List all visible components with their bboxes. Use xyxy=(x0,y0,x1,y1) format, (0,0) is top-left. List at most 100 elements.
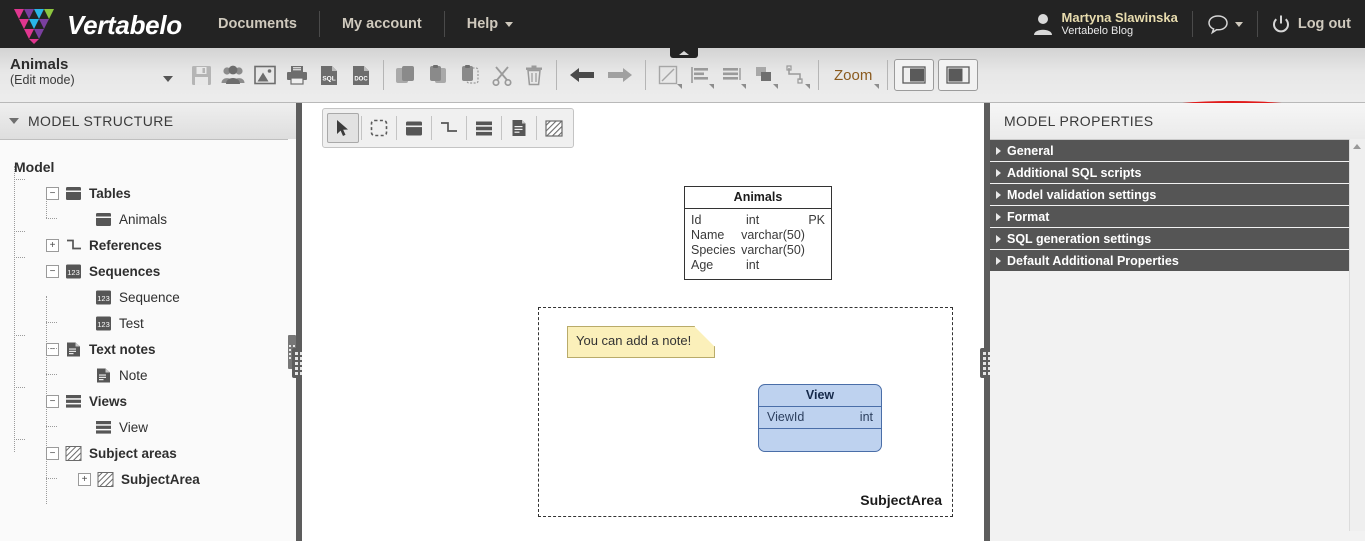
toggle-left-panel-button[interactable] xyxy=(894,59,935,91)
property-section-general[interactable]: General xyxy=(990,140,1365,162)
collapse-icon[interactable]: − xyxy=(46,186,59,200)
route-icon xyxy=(785,65,803,84)
tree-item-label: Views xyxy=(89,393,128,409)
table-column-row: Age int xyxy=(691,258,825,273)
tree-item-subject-areas[interactable]: − Subject areas xyxy=(14,440,296,466)
collapse-icon[interactable]: − xyxy=(46,446,59,460)
tree-item-sequences[interactable]: −123 Sequences xyxy=(14,258,296,284)
model-structure-header[interactable]: MODEL STRUCTURE xyxy=(0,103,296,140)
tree-item-animals[interactable]: Animals xyxy=(14,206,296,232)
select-tool[interactable] xyxy=(327,113,359,143)
nav-my-account[interactable]: My account xyxy=(320,0,444,48)
column-type: int xyxy=(746,213,760,227)
svg-text:SQL: SQL xyxy=(322,75,335,82)
share-button[interactable] xyxy=(217,58,249,92)
tree-guide-line xyxy=(14,231,25,232)
collapse-icon[interactable]: − xyxy=(46,264,59,278)
paste-special-icon xyxy=(462,64,479,84)
vertabelo-diamond-icon xyxy=(14,9,54,44)
column-key xyxy=(805,243,825,258)
tree-item-text-notes[interactable]: − Text notes xyxy=(14,336,296,362)
save-button[interactable] xyxy=(185,58,217,92)
table-icon xyxy=(66,186,81,200)
tree-item-label: Text notes xyxy=(89,341,156,357)
view-column-type: int xyxy=(859,410,873,424)
property-section-label: SQL generation settings xyxy=(1007,231,1152,246)
tree-item-references[interactable]: + References xyxy=(14,232,296,258)
tree-item-sequence[interactable]: 123 Sequence xyxy=(14,284,296,310)
property-section-default-additional-properties[interactable]: Default Additional Properties xyxy=(990,250,1365,272)
entity-table-animals[interactable]: Animals Id int PK Name varchar(50) Species var… xyxy=(684,186,832,280)
line-style-button[interactable] xyxy=(652,58,684,92)
property-section-additional-sql-scripts[interactable]: Additional SQL scripts xyxy=(990,162,1365,184)
copy-button[interactable] xyxy=(390,58,422,92)
logout-button[interactable]: Log out xyxy=(1272,15,1365,34)
collapse-icon[interactable]: − xyxy=(46,342,59,356)
note-icon xyxy=(512,120,526,136)
generate-doc-button[interactable]: DOC xyxy=(345,58,377,92)
diagram-canvas[interactable]: Animals Id int PK Name varchar(50) Species var… xyxy=(302,103,984,541)
tree-item-views[interactable]: − Views xyxy=(14,388,296,414)
toolbar-buttons: SQL DOC Zoom xyxy=(185,48,982,102)
property-section-sql-generation-settings[interactable]: SQL generation settings xyxy=(990,228,1365,250)
tree-item-model[interactable]: Model xyxy=(14,154,296,180)
nav-help[interactable]: Help xyxy=(445,0,535,48)
add-table-tool[interactable] xyxy=(399,114,429,142)
paste-special-button[interactable] xyxy=(454,58,486,92)
property-section-format[interactable]: Format xyxy=(990,206,1365,228)
model-dropdown-button[interactable] xyxy=(163,76,173,82)
table-header: Animals xyxy=(685,187,831,209)
tree-item-label: Note xyxy=(119,367,148,383)
property-section-model-validation-settings[interactable]: Model validation settings xyxy=(990,184,1365,206)
entity-view[interactable]: View ViewId int xyxy=(758,384,882,452)
add-view-tool[interactable] xyxy=(469,114,499,142)
left-panel-scrollbar[interactable] xyxy=(288,139,296,541)
expand-icon[interactable]: + xyxy=(78,472,91,486)
user-identity[interactable]: Martyna Slawinska Vertabelo Blog xyxy=(1062,10,1178,38)
paste-button[interactable] xyxy=(422,58,454,92)
tree-item-tables[interactable]: − Tables xyxy=(14,180,296,206)
tree-item-view[interactable]: View xyxy=(14,414,296,440)
chat-button[interactable] xyxy=(1207,13,1243,35)
tree-guide-line xyxy=(46,192,47,218)
tree-item-test[interactable]: 123 Test xyxy=(14,310,296,336)
add-note-tool[interactable] xyxy=(504,114,534,142)
cursor-arrow-icon xyxy=(337,120,348,136)
expand-icon[interactable]: + xyxy=(46,238,59,252)
scroll-up-icon[interactable] xyxy=(1353,144,1361,149)
distribute-button[interactable] xyxy=(716,58,748,92)
right-panel-scrollbar[interactable] xyxy=(1349,139,1365,531)
toggle-right-panel-button[interactable] xyxy=(938,59,979,91)
model-structure-panel: MODEL STRUCTURE Model − Tables Animals + Refe… xyxy=(0,103,296,541)
user-divider xyxy=(1256,11,1258,37)
marquee-tool[interactable] xyxy=(364,114,394,142)
tree-item-note[interactable]: Note xyxy=(14,362,296,388)
align-button[interactable] xyxy=(684,58,716,92)
canvas-toolbar-divider xyxy=(536,116,537,140)
tree-item-label: Model xyxy=(14,159,55,175)
routing-button[interactable] xyxy=(780,58,812,92)
property-section-label: Format xyxy=(1007,209,1050,224)
undo-button[interactable] xyxy=(563,58,601,92)
tree-item-subjectarea[interactable]: + SubjectArea xyxy=(14,466,296,492)
chevron-down-icon xyxy=(677,84,682,89)
canvas-note[interactable]: You can add a note! xyxy=(567,326,715,358)
vertabelo-logo[interactable]: Vertabelo xyxy=(12,5,182,45)
add-reference-tool[interactable] xyxy=(434,114,464,142)
add-subject-area-tool[interactable] xyxy=(539,114,569,142)
nav-documents[interactable]: Documents xyxy=(196,0,319,48)
cut-button[interactable] xyxy=(486,58,518,92)
print-button[interactable] xyxy=(281,58,313,92)
export-image-button[interactable] xyxy=(249,58,281,92)
delete-button[interactable] xyxy=(518,58,550,92)
zoom-dropdown[interactable]: Zoom xyxy=(825,58,881,92)
note-icon xyxy=(97,368,110,382)
model-title[interactable]: Animals (Edit mode) xyxy=(10,56,160,88)
model-properties-panel: MODEL PROPERTIES General Additional SQL s… xyxy=(990,103,1365,541)
generate-sql-button[interactable]: SQL xyxy=(313,58,345,92)
marquee-select-icon xyxy=(370,119,388,137)
arrange-button[interactable] xyxy=(748,58,780,92)
redo-button[interactable] xyxy=(601,58,639,92)
collapse-icon[interactable]: − xyxy=(46,394,59,408)
chevron-right-icon xyxy=(996,256,1001,265)
